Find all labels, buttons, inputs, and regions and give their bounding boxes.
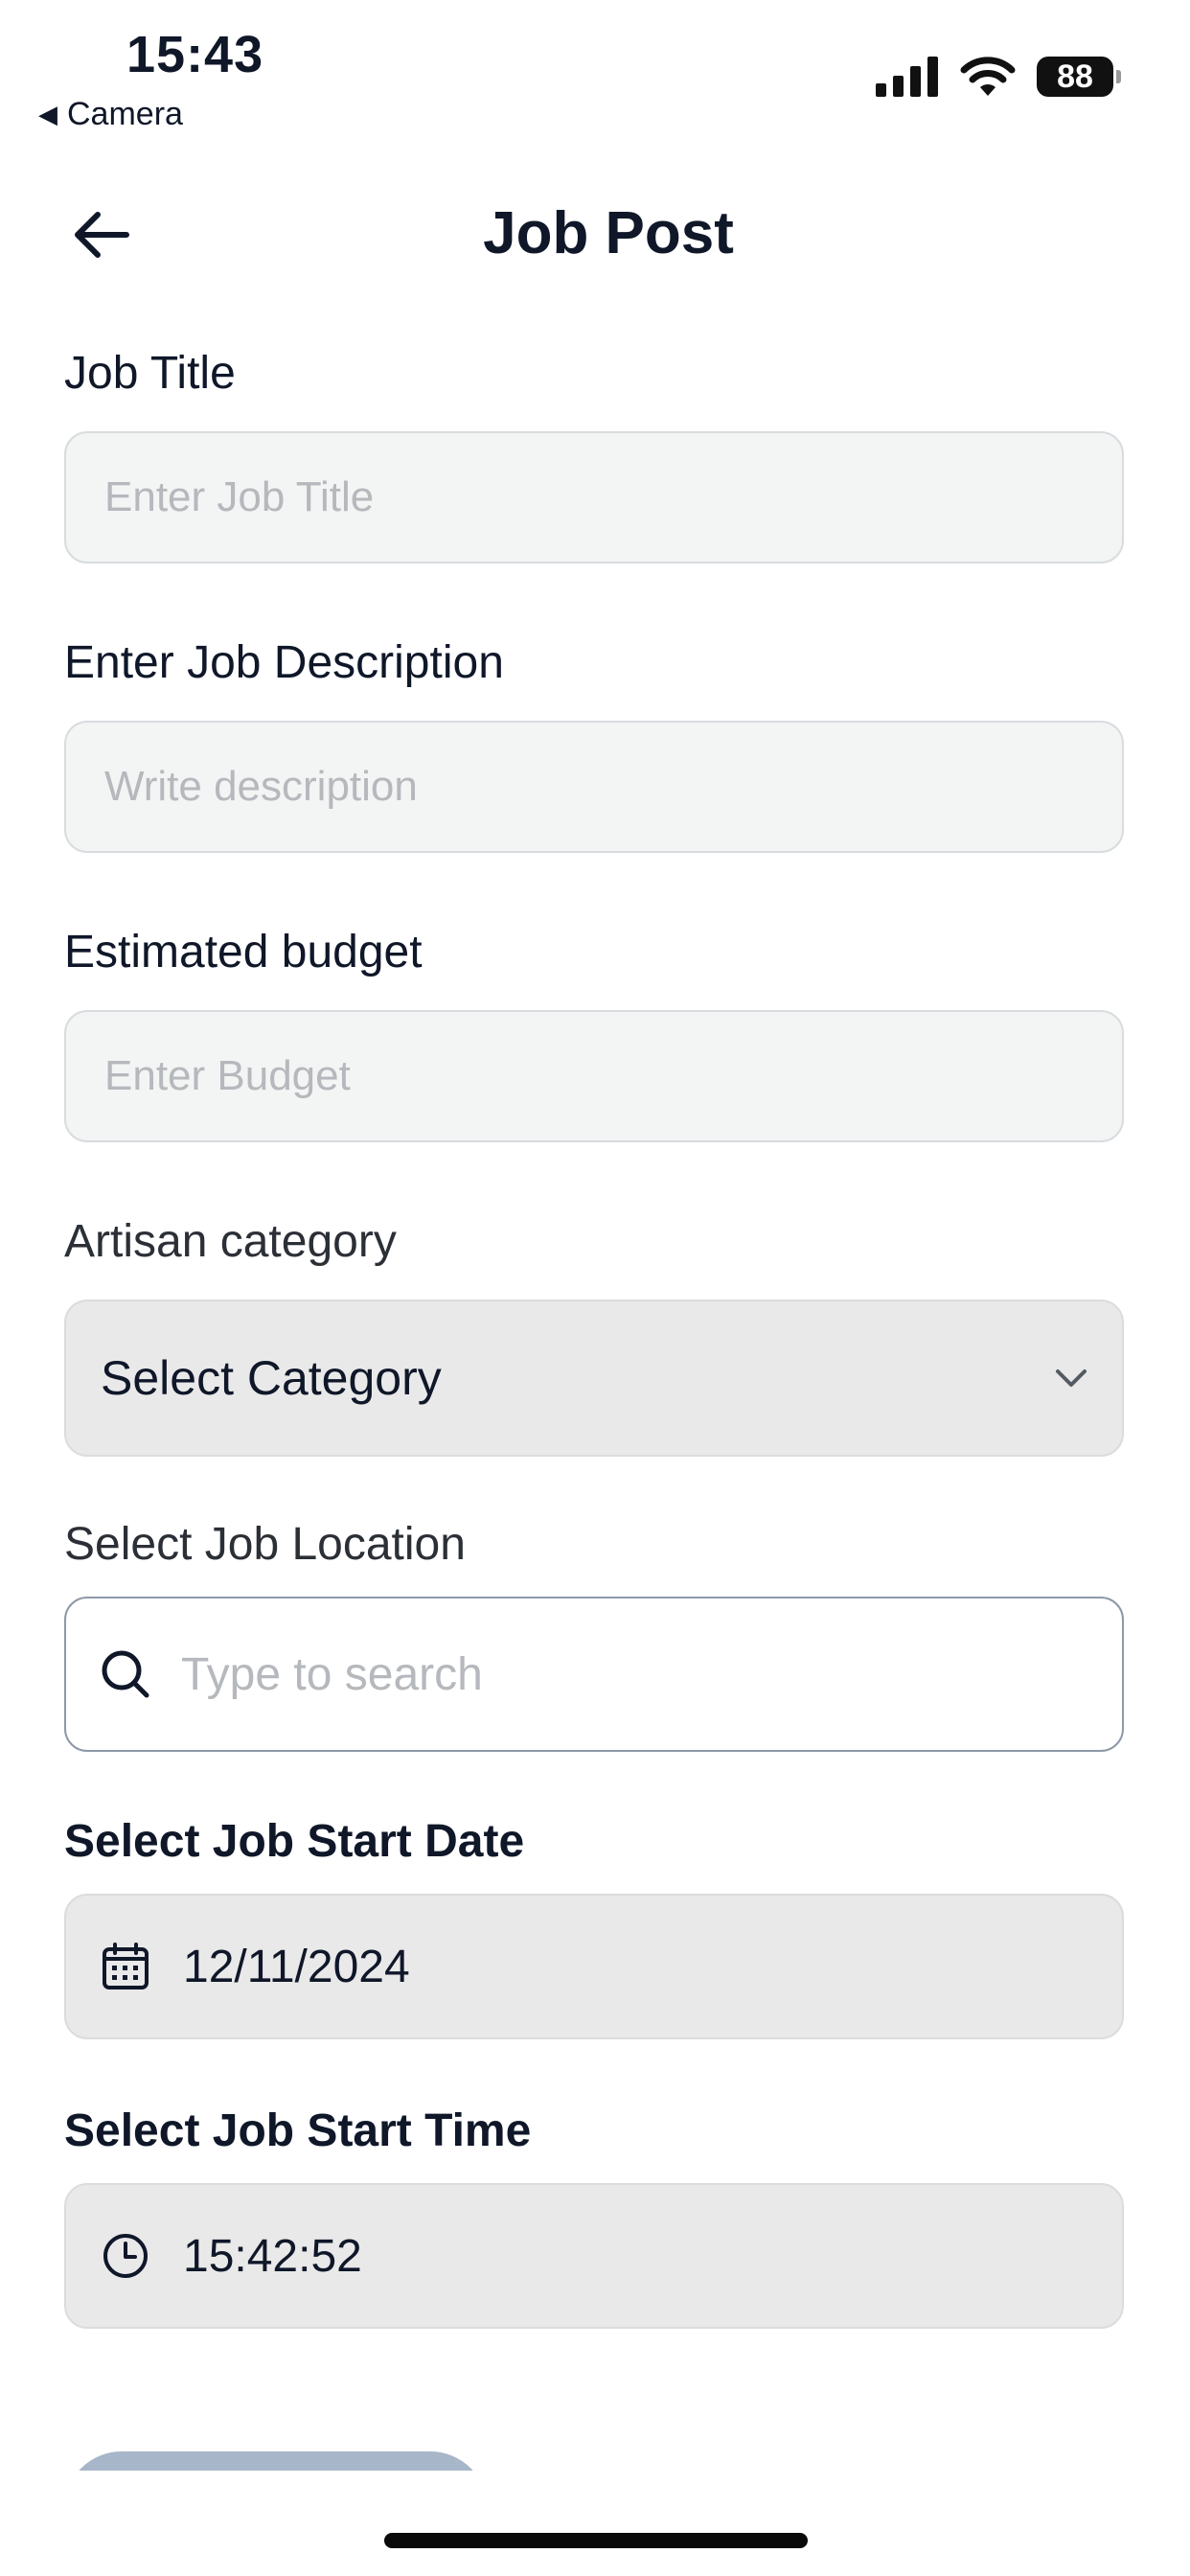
- bottom-area: [0, 2471, 1190, 2576]
- budget-input[interactable]: [64, 1010, 1124, 1142]
- start-date-label: Select Job Start Date: [64, 1816, 525, 1867]
- job-title-label: Job Title: [64, 348, 236, 399]
- back-app-label: Camera: [67, 96, 183, 132]
- category-label: Artisan category: [64, 1216, 397, 1267]
- clock-icon: [101, 2231, 150, 2281]
- status-time: 15:43: [126, 26, 264, 83]
- budget-label: Estimated budget: [64, 927, 423, 978]
- chevron-down-icon: [1055, 1368, 1087, 1389]
- location-search-input[interactable]: [179, 1646, 1087, 1702]
- signal-icon: [876, 57, 939, 97]
- job-title-input[interactable]: [64, 431, 1124, 564]
- wifi-icon: [960, 56, 1016, 98]
- header: Job Post: [0, 182, 1190, 288]
- page-title: Job Post: [483, 200, 734, 266]
- back-to-app-link[interactable]: ◀ Camera: [38, 96, 183, 133]
- back-triangle-icon: ◀: [38, 100, 57, 128]
- start-time-label: Select Job Start Time: [64, 2105, 532, 2156]
- home-indicator[interactable]: [384, 2533, 808, 2548]
- battery-indicator: 88: [1037, 57, 1121, 97]
- location-search[interactable]: [64, 1597, 1124, 1752]
- search-icon: [101, 1649, 150, 1699]
- battery-level: 88: [1057, 58, 1093, 95]
- calendar-icon: [101, 1942, 150, 1991]
- category-value: Select Category: [101, 1351, 442, 1405]
- category-select[interactable]: Select Category: [64, 1300, 1124, 1457]
- location-label: Select Job Location: [64, 1519, 466, 1570]
- start-time-value: 15:42:52: [183, 2230, 362, 2282]
- job-description-label: Enter Job Description: [64, 637, 504, 688]
- start-date-value: 12/11/2024: [183, 1941, 410, 1992]
- status-icons: 88: [876, 56, 1121, 98]
- job-description-input[interactable]: [64, 721, 1124, 853]
- start-date-picker[interactable]: 12/11/2024: [64, 1894, 1124, 2039]
- start-time-picker[interactable]: 15:42:52: [64, 2183, 1124, 2329]
